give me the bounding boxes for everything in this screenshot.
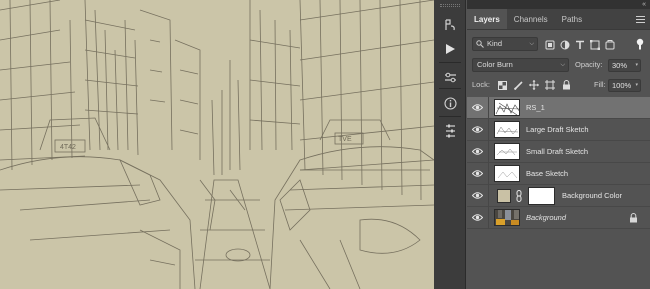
eye-icon[interactable] bbox=[472, 125, 483, 134]
visibility-column-divider bbox=[488, 97, 489, 119]
visibility-column-divider bbox=[488, 163, 489, 185]
fill-field[interactable]: 100% ▾ bbox=[608, 79, 641, 92]
layer-name: RS_1 bbox=[526, 103, 545, 112]
layer-name: Large Draft Sketch bbox=[526, 125, 589, 134]
strip-divider bbox=[439, 88, 461, 89]
eye-icon[interactable] bbox=[472, 103, 483, 112]
chevron-down-icon: ▾ bbox=[635, 82, 638, 88]
layer-row-background[interactable]: Background bbox=[467, 207, 650, 229]
adjustment-filter-icon[interactable] bbox=[560, 40, 570, 50]
layer-row-background-color[interactable]: Background Color bbox=[467, 185, 650, 207]
strip-grip[interactable] bbox=[440, 4, 460, 7]
layer-name: Background Color bbox=[562, 191, 623, 200]
pixel-filter-icon[interactable] bbox=[545, 40, 555, 50]
visibility-column-divider bbox=[488, 141, 489, 163]
document-canvas[interactable]: 4T42 TVE bbox=[0, 0, 434, 289]
taxi-sign-right: TVE bbox=[338, 136, 352, 143]
collapse-panel-icon[interactable]: « bbox=[642, 0, 646, 9]
eye-icon[interactable] bbox=[472, 169, 483, 178]
fill-color-swatch[interactable] bbox=[497, 189, 511, 203]
chevron-down-icon: ▾ bbox=[635, 62, 638, 68]
fill-value: 100% bbox=[612, 81, 632, 90]
filter-row: Kind ⌵ bbox=[467, 36, 650, 54]
chevron-down-icon: ⌵ bbox=[560, 62, 565, 68]
panel-title-bar: « bbox=[467, 0, 650, 9]
lock-all-icon[interactable] bbox=[561, 80, 571, 90]
layer-name: Base Sketch bbox=[526, 169, 569, 178]
type-filter-icon[interactable] bbox=[575, 40, 585, 50]
layers-list: RS_1 Large Draft Sketch Small Draft Sket… bbox=[467, 97, 650, 229]
tab-channels[interactable]: Channels bbox=[507, 9, 555, 29]
layer-thumbnail bbox=[494, 121, 520, 138]
blend-mode-dropdown[interactable]: Color Burn ⌵ bbox=[472, 58, 569, 72]
lock-image-pixels-icon[interactable] bbox=[513, 80, 523, 90]
layer-thumbnail bbox=[494, 99, 520, 116]
panel-menu-icon[interactable] bbox=[636, 16, 645, 23]
fill-label: Fill: bbox=[594, 80, 606, 89]
visibility-column-divider bbox=[488, 119, 489, 141]
sketch-artwork: 4T42 TVE bbox=[0, 0, 434, 289]
strip-divider bbox=[439, 116, 461, 117]
panel-tabs: Layers Channels Paths bbox=[467, 9, 650, 30]
kind-filter-dropdown[interactable]: Kind ⌵ bbox=[472, 37, 538, 51]
layer-row-rs-1[interactable]: RS_1 bbox=[467, 97, 650, 119]
chevron-down-icon: ⌵ bbox=[529, 41, 534, 47]
opacity-field[interactable]: 30% ▾ bbox=[608, 59, 641, 72]
smart-object-filter-icon[interactable] bbox=[605, 40, 615, 50]
lock-transparent-pixels-icon[interactable] bbox=[497, 80, 507, 90]
visibility-column-divider bbox=[488, 207, 489, 229]
blend-mode-value: Color Burn bbox=[477, 60, 513, 69]
layer-thumbnail bbox=[494, 143, 520, 160]
shape-filter-icon[interactable] bbox=[590, 40, 600, 50]
layer-row-small-draft-sketch[interactable]: Small Draft Sketch bbox=[467, 141, 650, 163]
properties-icon[interactable] bbox=[440, 122, 460, 140]
kind-filter-label: Kind bbox=[487, 39, 503, 48]
blend-row: Color Burn ⌵ Opacity: 30% ▾ bbox=[467, 57, 650, 73]
layers-panel: « Layers Channels Paths Kind ⌵ Color Bur… bbox=[467, 0, 650, 289]
lock-artboard-icon[interactable] bbox=[545, 80, 555, 90]
layer-name: Small Draft Sketch bbox=[526, 147, 589, 156]
actions-play-icon[interactable] bbox=[440, 40, 460, 58]
strip-divider bbox=[439, 62, 461, 63]
filter-toggle-icon[interactable] bbox=[635, 38, 645, 50]
lock-position-icon[interactable] bbox=[529, 80, 539, 90]
history-icon[interactable] bbox=[440, 16, 460, 34]
info-icon[interactable] bbox=[440, 94, 460, 112]
lock-label: Lock: bbox=[472, 80, 490, 89]
lock-row: Lock: Fill: 100% ▾ bbox=[467, 77, 650, 93]
tab-paths[interactable]: Paths bbox=[555, 9, 589, 29]
search-icon bbox=[476, 40, 484, 48]
taxi-sign-left: 4T42 bbox=[60, 144, 76, 151]
eye-icon[interactable] bbox=[472, 191, 483, 200]
layer-thumbnail bbox=[494, 165, 520, 182]
opacity-label: Opacity: bbox=[575, 60, 603, 69]
opacity-value: 30% bbox=[612, 61, 628, 70]
layer-mask-thumbnail[interactable] bbox=[528, 187, 555, 205]
eye-icon[interactable] bbox=[472, 213, 483, 222]
layer-row-base-sketch[interactable]: Base Sketch bbox=[467, 163, 650, 185]
layer-name: Background bbox=[526, 213, 567, 222]
visibility-column-divider bbox=[488, 185, 489, 207]
panel-icon-strip bbox=[434, 0, 466, 289]
lock-icon bbox=[630, 213, 637, 223]
tab-layers[interactable]: Layers bbox=[467, 9, 507, 29]
layer-thumbnail bbox=[494, 209, 520, 226]
link-chain-icon[interactable] bbox=[516, 190, 522, 202]
layer-row-large-draft-sketch[interactable]: Large Draft Sketch bbox=[467, 119, 650, 141]
adjustments-icon[interactable] bbox=[440, 68, 460, 86]
eye-icon[interactable] bbox=[472, 147, 483, 156]
